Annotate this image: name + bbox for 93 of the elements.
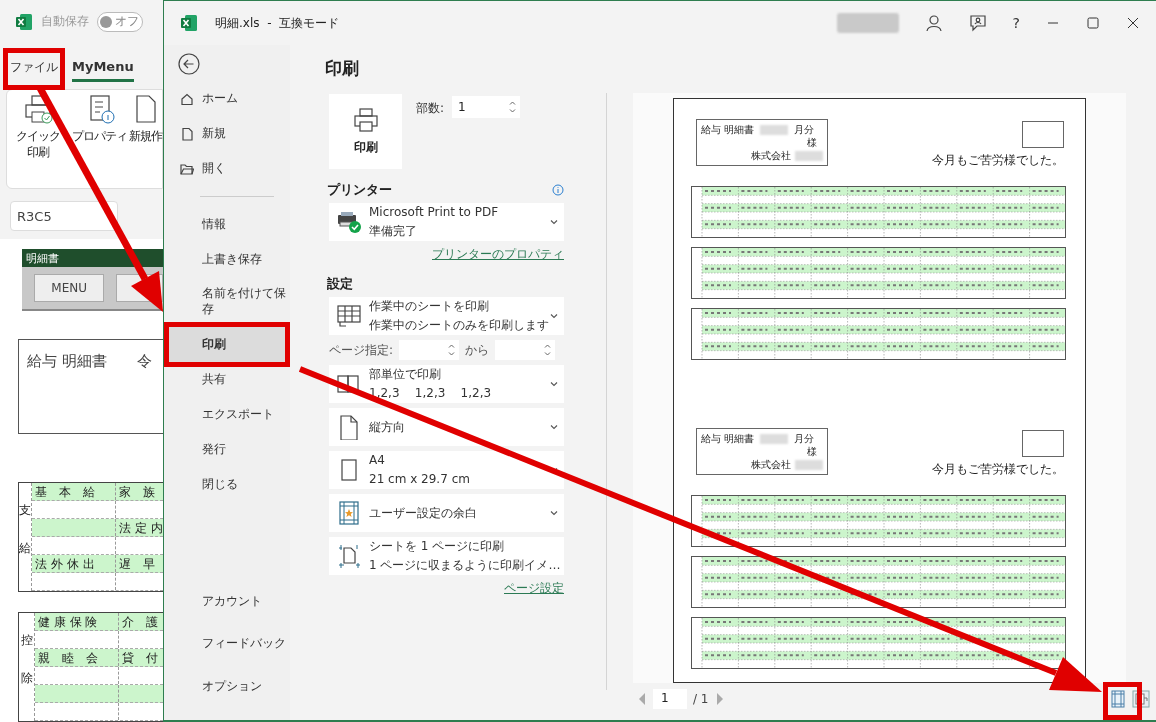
- table-cell-text: 遅 早: [118, 556, 157, 572]
- feedback-icon[interactable]: [968, 14, 987, 32]
- highlight-box: [1103, 682, 1142, 720]
- document-title-text: 令: [136, 352, 152, 372]
- info-icon[interactable]: [552, 184, 564, 196]
- new-document-icon: [180, 126, 194, 141]
- nav-item[interactable]: 開く: [164, 151, 290, 186]
- sheet-grid-icon: [336, 303, 362, 329]
- ribbon-tab[interactable]: MyMenu: [72, 54, 134, 82]
- printer-dropdown[interactable]: Microsoft Print to PDF 準備完了: [329, 203, 564, 241]
- slip-title: 給与 明細書: [701, 123, 755, 137]
- margins-icon: [336, 500, 362, 526]
- nav-item[interactable]: フィードバック: [164, 619, 290, 669]
- copies-value: 1: [458, 100, 466, 114]
- nav-item[interactable]: 新規: [164, 116, 290, 151]
- person-icon[interactable]: [924, 14, 943, 32]
- honorific-label: 様: [807, 136, 817, 150]
- slip-message: 今月もご苦労様でした。: [932, 152, 1064, 169]
- settings-dropdown[interactable]: 縦方向: [329, 408, 564, 446]
- month-label: 月分: [794, 432, 815, 446]
- printer-icon: [23, 94, 53, 124]
- page-to-field[interactable]: [495, 340, 556, 360]
- section-heading: 設定: [327, 275, 353, 293]
- page-setup-link[interactable]: ページ設定: [329, 580, 564, 597]
- table-cell-text: 貸 付: [121, 650, 159, 666]
- page-from-field[interactable]: [399, 340, 460, 360]
- fit-page-icon: [336, 543, 362, 569]
- redacted-text: [795, 151, 823, 161]
- settings-dropdown[interactable]: シートを 1 ページに印刷 1 ページに収まるように印刷イメ…: [329, 537, 564, 575]
- excel-icon: [180, 14, 198, 32]
- redacted-name: [836, 13, 899, 33]
- page-range-label: ページ指定:: [329, 341, 394, 359]
- settings-dropdown[interactable]: 作業中のシートを印刷 作業中のシートのみを印刷します: [329, 297, 564, 335]
- window-title: 明細.xls - 互換モード: [215, 14, 340, 32]
- nav-item[interactable]: 情報: [164, 207, 290, 242]
- nav-item[interactable]: 名前を付けて保存: [164, 277, 290, 327]
- copies-field[interactable]: 1: [452, 96, 521, 118]
- page-number-field[interactable]: 1: [653, 689, 687, 709]
- printer-properties-link[interactable]: プリンターのプロパティ: [329, 246, 564, 263]
- table-cell-text: 家 族: [118, 484, 157, 500]
- highlight-box: [3, 48, 65, 90]
- maximize-icon[interactable]: [1086, 16, 1100, 30]
- stamp-box: [1022, 430, 1064, 457]
- print-button[interactable]: 印刷: [329, 94, 402, 169]
- table-cell: 健 康 保 険: [35, 613, 119, 630]
- table-cell-text: 介 護: [121, 614, 159, 630]
- ribbon-tab[interactable]: ファイル: [10, 55, 58, 82]
- ribbon-button[interactable]: プロパティ: [72, 94, 127, 188]
- table-cell: 法 外 休 出: [32, 555, 117, 572]
- nav-item[interactable]: アカウント: [164, 584, 290, 619]
- nav-item[interactable]: 閉じる: [164, 467, 290, 502]
- table-cell: 基 本 給: [32, 483, 117, 500]
- nav-item[interactable]: ホーム: [164, 81, 290, 116]
- nav-item[interactable]: 共有: [164, 362, 290, 397]
- show-margins-icon[interactable]: [1110, 690, 1126, 708]
- slip-title: 給与 明細書: [701, 432, 755, 446]
- table-cell: 親 睦 会: [35, 649, 119, 666]
- settings-dropdown[interactable]: ユーザー設定の余白: [329, 494, 564, 532]
- settings-dropdown[interactable]: A4 21 cm x 29.7 cm: [329, 451, 564, 489]
- company-label: 株式会社: [751, 458, 791, 472]
- copies-label: 部数:: [416, 100, 445, 117]
- document-title: 給与 明細書: [27, 352, 107, 372]
- nav-item[interactable]: 上書き保存: [164, 242, 290, 277]
- stamp-box: [1022, 121, 1064, 148]
- company-label: 株式会社: [751, 149, 791, 163]
- close-icon[interactable]: [1126, 16, 1140, 30]
- ribbon-button[interactable]: 新規作: [129, 94, 162, 188]
- redacted-text: [760, 125, 789, 135]
- autosave-toggle[interactable]: オフ: [97, 11, 143, 32]
- page-count: / 1: [693, 692, 709, 706]
- table-cell-text: 法 定 内: [118, 520, 163, 536]
- redacted-text: [760, 434, 789, 444]
- page-heading: 印刷: [325, 57, 360, 80]
- slip-message: 今月もご苦労様でした。: [932, 461, 1064, 478]
- excel-icon: [15, 12, 33, 31]
- ribbon-button[interactable]: クイック 印刷: [16, 94, 60, 188]
- honorific-label: 様: [807, 445, 817, 459]
- section-heading: プリンター: [327, 181, 392, 199]
- help-button[interactable]: ?: [1012, 15, 1020, 31]
- autosave-label: 自動保存: [41, 13, 89, 31]
- folder-icon: [180, 161, 194, 176]
- home-icon: [180, 91, 194, 106]
- printer-icon: [352, 107, 379, 133]
- menu-button[interactable]: MENU: [34, 274, 105, 302]
- redacted-text: [795, 460, 823, 470]
- nav-item[interactable]: エクスポート: [164, 397, 290, 432]
- nav-item[interactable]: オプション: [164, 669, 290, 704]
- nav-item[interactable]: 発行: [164, 432, 290, 467]
- name-box[interactable]: R3C5: [10, 201, 118, 231]
- month-label: 月分: [794, 123, 815, 137]
- sheet-title-bar: 明細書: [22, 249, 163, 267]
- printer-ready-icon: [336, 210, 362, 234]
- page-to-label: から: [465, 341, 490, 359]
